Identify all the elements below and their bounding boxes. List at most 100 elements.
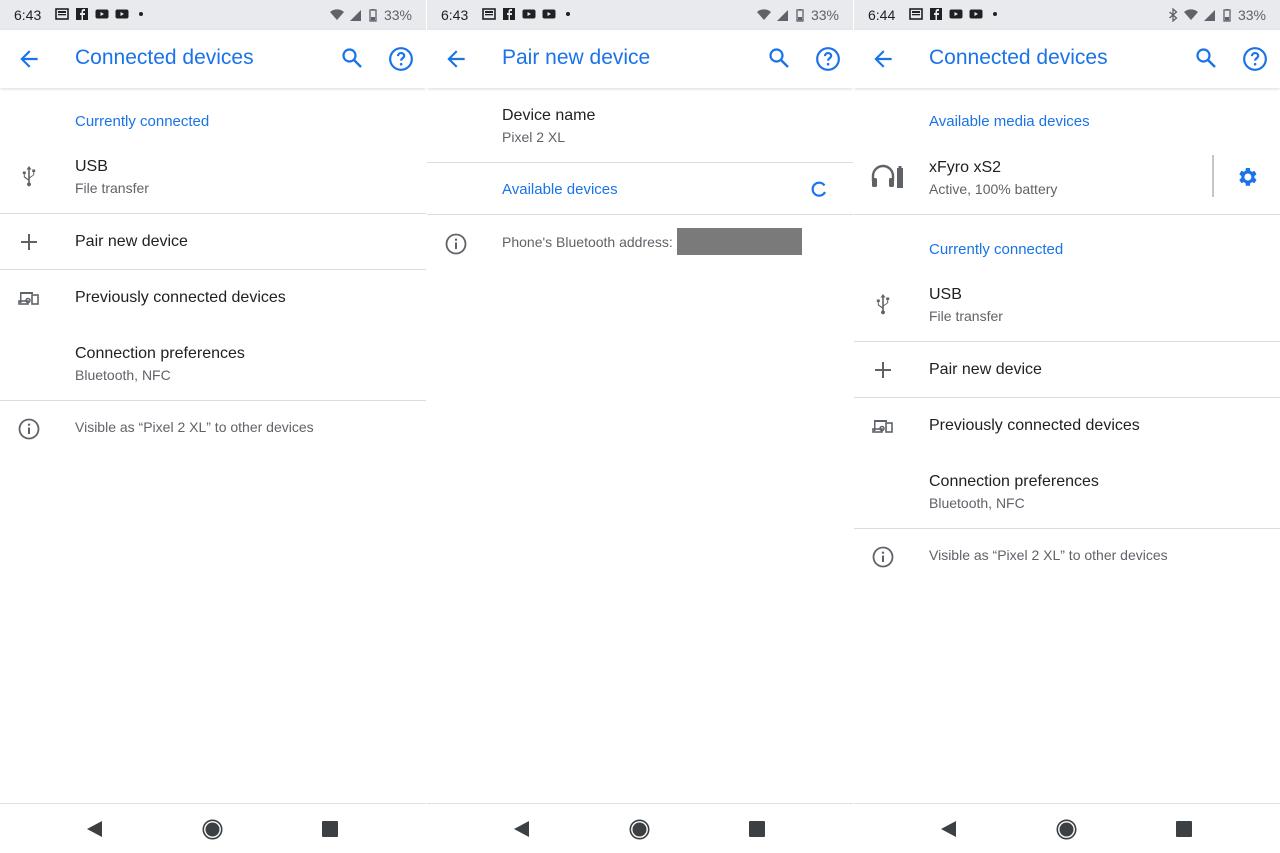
refresh-spinner-icon xyxy=(811,181,826,197)
battery-percent: 33% xyxy=(810,7,839,23)
previously-connected-row[interactable]: Previously connected devices xyxy=(854,398,1280,454)
usb-subtitle: File transfer xyxy=(75,180,149,196)
youtube-icon xyxy=(949,9,963,19)
headset-battery-icon xyxy=(871,164,903,188)
usb-title: USB xyxy=(929,286,962,303)
usb-icon xyxy=(22,166,36,187)
facebook-icon xyxy=(503,8,515,20)
notification-icons xyxy=(482,7,570,21)
media-device-row[interactable]: xFyro xS2 Active, 100% battery xyxy=(854,150,1280,214)
usb-icon xyxy=(876,294,890,315)
usb-subtitle: File transfer xyxy=(929,308,1003,324)
status-bar: 6:43 33% xyxy=(0,0,426,30)
devices-icon xyxy=(872,420,893,433)
help-icon[interactable] xyxy=(1242,46,1268,72)
device-name-value: Pixel 2 XL xyxy=(502,129,566,145)
usb-row[interactable]: USB File transfer xyxy=(0,150,426,212)
status-time: 6:43 xyxy=(441,7,469,23)
info-icon xyxy=(872,546,894,568)
plus-icon xyxy=(21,234,37,250)
notification-icons xyxy=(55,7,143,21)
nav-back-icon[interactable] xyxy=(940,820,958,838)
wifi-icon xyxy=(756,9,771,20)
nav-back-icon[interactable] xyxy=(513,820,531,838)
nav-home-icon[interactable] xyxy=(202,819,223,840)
connection-preferences-title: Connection preferences xyxy=(75,345,245,362)
status-time: 6:43 xyxy=(14,7,42,23)
redacted-address xyxy=(677,228,802,255)
pair-new-device-row[interactable]: Pair new device xyxy=(854,342,1280,397)
section-available-media-devices: Available media devices xyxy=(929,113,1090,130)
signal-icon xyxy=(349,10,361,21)
youtube-icon xyxy=(969,9,983,19)
signal-icon xyxy=(1203,10,1215,21)
app-bar: Connected devices xyxy=(854,30,1280,88)
facebook-icon xyxy=(76,8,88,20)
section-available-devices: Available devices xyxy=(502,181,618,198)
search-icon[interactable] xyxy=(1194,46,1218,70)
previously-connected-label: Previously connected devices xyxy=(75,289,286,306)
connection-preferences-subtitle: Bluetooth, NFC xyxy=(75,367,171,383)
help-icon[interactable] xyxy=(388,46,414,72)
back-arrow-icon[interactable] xyxy=(16,46,42,72)
visible-as-text: Visible as “Pixel 2 XL” to other devices xyxy=(75,419,314,435)
youtube-icon xyxy=(95,9,109,19)
nav-home-icon[interactable] xyxy=(1056,819,1077,840)
nav-home-icon[interactable] xyxy=(629,819,650,840)
info-icon xyxy=(445,233,467,255)
pair-new-device-label: Pair new device xyxy=(75,233,188,250)
system-icons: 33% xyxy=(756,7,839,23)
back-arrow-icon[interactable] xyxy=(443,46,469,72)
divider xyxy=(427,162,853,163)
status-time: 6:44 xyxy=(868,7,896,23)
divider-vertical xyxy=(1212,155,1214,197)
device-name-row[interactable]: Device name Pixel 2 XL xyxy=(427,96,853,162)
wifi-icon xyxy=(329,9,344,20)
usb-row[interactable]: USB File transfer xyxy=(854,278,1280,340)
notification-icons xyxy=(909,7,997,21)
info-icon xyxy=(18,418,40,440)
divider xyxy=(427,214,853,215)
status-bar: 6:44 33% xyxy=(854,0,1280,30)
nav-recents-icon[interactable] xyxy=(322,821,338,837)
facebook-icon xyxy=(930,8,942,20)
nav-back-icon[interactable] xyxy=(86,820,104,838)
youtube-icon xyxy=(522,9,536,19)
battery-icon xyxy=(1223,9,1231,22)
connected-devices-screen-with-headset: 6:44 33% Connected devices Available med… xyxy=(854,0,1280,853)
app-bar: Connected devices xyxy=(0,30,426,88)
media-device-title: xFyro xS2 xyxy=(929,159,1002,176)
more-notifications-dot xyxy=(993,12,997,16)
navigation-bar xyxy=(427,803,853,853)
app-bar: Pair new device xyxy=(427,30,853,88)
nav-recents-icon[interactable] xyxy=(1176,821,1192,837)
bluetooth-address-text: Phone's Bluetooth address: xyxy=(502,234,673,250)
more-notifications-dot xyxy=(566,12,570,16)
previously-connected-label: Previously connected devices xyxy=(929,417,1140,434)
news-icon xyxy=(55,8,69,20)
previously-connected-row[interactable]: Previously connected devices xyxy=(0,270,426,326)
divider xyxy=(854,528,1280,529)
bluetooth-icon xyxy=(1169,8,1178,22)
search-icon[interactable] xyxy=(340,46,364,70)
back-arrow-icon[interactable] xyxy=(870,46,896,72)
wifi-icon xyxy=(1183,9,1198,20)
help-icon[interactable] xyxy=(815,46,841,72)
connection-preferences-row[interactable]: Connection preferences Bluetooth, NFC xyxy=(0,326,426,400)
section-currently-connected: Currently connected xyxy=(75,113,210,130)
system-icons: 33% xyxy=(329,7,412,23)
media-device-subtitle: Active, 100% battery xyxy=(929,181,1058,197)
system-icons: 33% xyxy=(1166,7,1266,23)
divider xyxy=(0,400,426,401)
youtube-icon xyxy=(115,9,129,19)
connection-preferences-row[interactable]: Connection preferences Bluetooth, NFC xyxy=(854,454,1280,528)
connection-preferences-title: Connection preferences xyxy=(929,473,1099,490)
connected-devices-screen: 6:43 33% Connected devices Currently con… xyxy=(0,0,426,853)
pair-new-device-row[interactable]: Pair new device xyxy=(0,214,426,269)
pair-new-device-label: Pair new device xyxy=(929,361,1042,378)
signal-icon xyxy=(776,10,788,21)
nav-recents-icon[interactable] xyxy=(749,821,765,837)
settings-gear-icon[interactable] xyxy=(1235,165,1259,189)
divider xyxy=(854,214,1280,215)
search-icon[interactable] xyxy=(767,46,791,70)
